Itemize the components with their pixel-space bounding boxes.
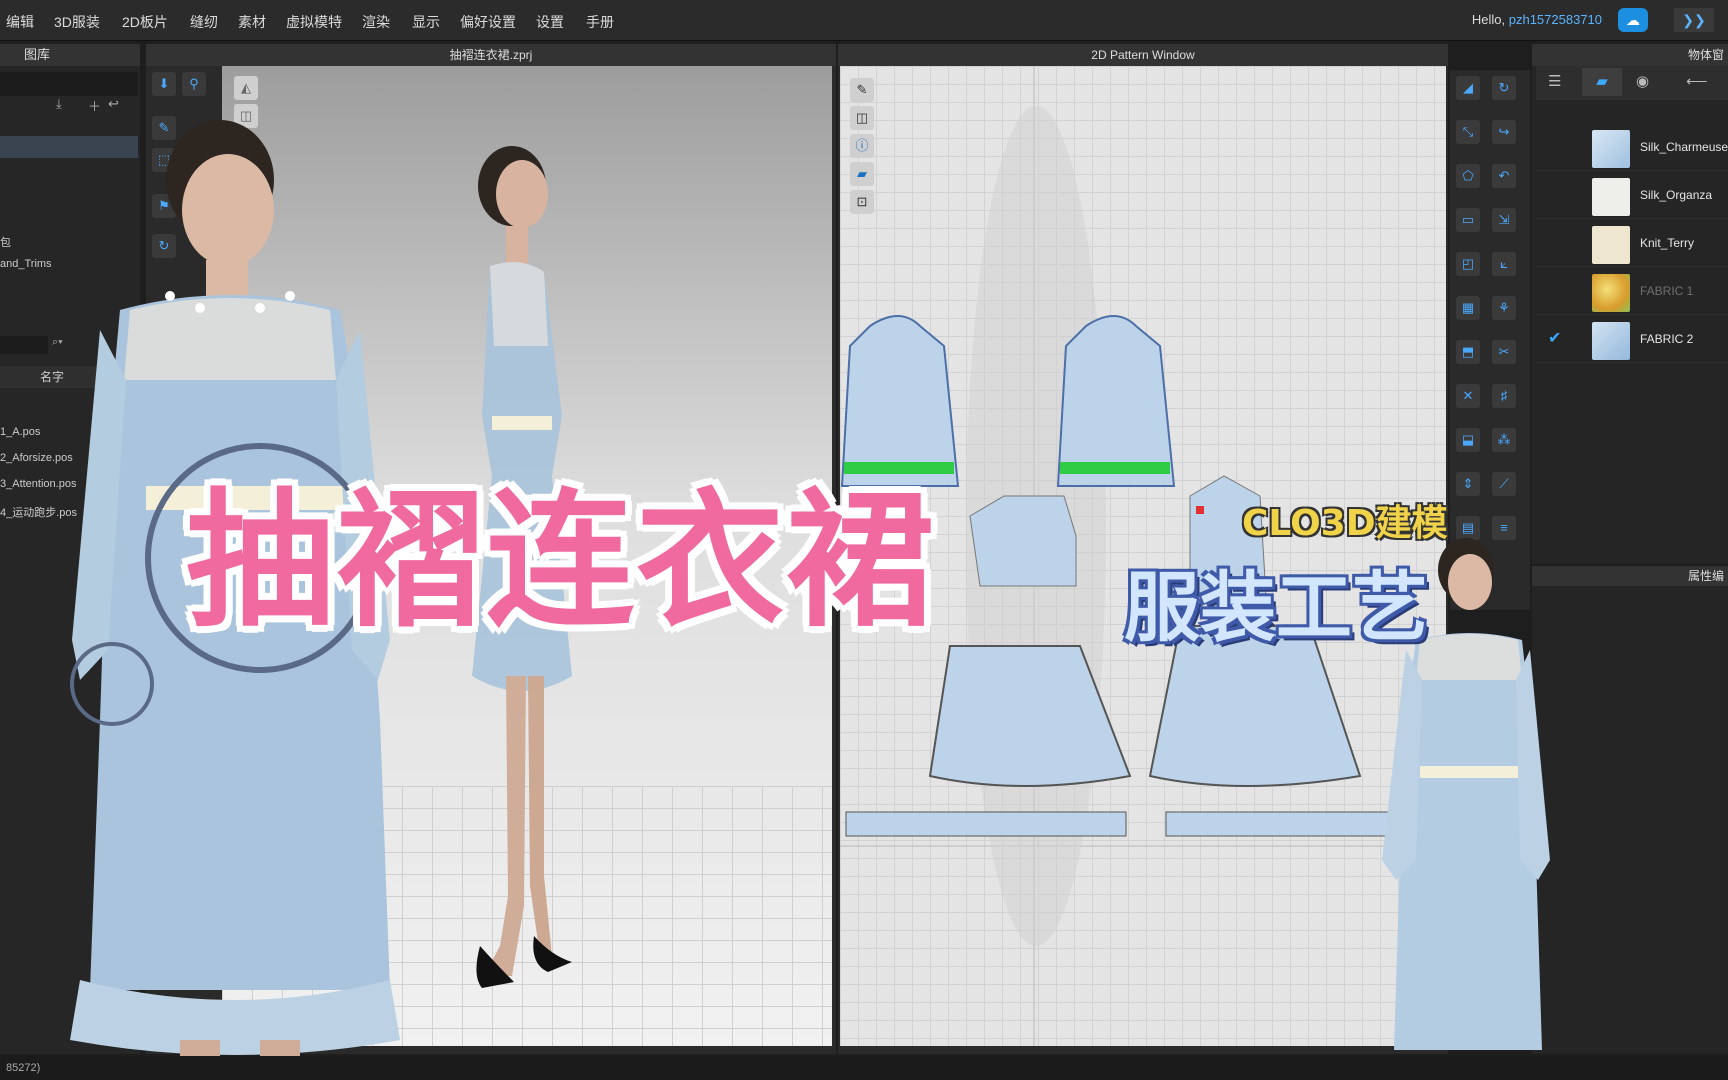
dart-icon[interactable]: ▦ xyxy=(1456,296,1480,320)
download-icon[interactable]: ⤓ xyxy=(56,96,62,112)
fabric-swatch xyxy=(1592,274,1630,312)
library-path-field[interactable] xyxy=(0,72,138,96)
cuff-callout-circle xyxy=(70,642,154,726)
menu-avatar[interactable]: 虚拟模特 xyxy=(286,12,342,32)
fabric-swatch xyxy=(1592,226,1630,264)
overlay-subtitle-clo3d: CLO3D建模 xyxy=(1242,503,1448,544)
hanger-icon[interactable]: ◭ xyxy=(234,76,258,100)
polygon-icon[interactable]: ⬠ xyxy=(1456,164,1480,188)
garment-icon[interactable]: ⚘ xyxy=(1492,296,1516,320)
fabric-row[interactable]: Knit_Terry xyxy=(1536,220,1728,267)
list-icon[interactable]: ☰ xyxy=(1548,72,1561,90)
fabric-swatch xyxy=(1592,130,1630,168)
menu-preferences[interactable]: 偏好设置 xyxy=(460,12,516,32)
menu-3d-garment[interactable]: 3D服装 xyxy=(54,12,100,32)
fabric-row[interactable]: ✔ FABRIC 2 xyxy=(1536,316,1728,363)
check-icon[interactable]: ✔ xyxy=(1548,328,1561,348)
name-column-label: 名字 xyxy=(40,370,65,384)
menu-render[interactable]: 渲染 xyxy=(362,12,390,32)
menu-sewing[interactable]: 缝纫 xyxy=(190,12,218,32)
cloud-icon[interactable]: ☁ xyxy=(1618,8,1648,32)
pose-file-row[interactable]: 1_A.pos xyxy=(0,426,40,438)
fabric-name: FABRIC 2 xyxy=(1640,332,1694,346)
menu-settings[interactable]: 设置 xyxy=(536,12,564,32)
back-arrow-icon[interactable]: ⟵ xyxy=(1686,72,1708,90)
cut-icon[interactable]: ✕ xyxy=(1456,384,1480,408)
object-browser-title: 物体窗 xyxy=(1532,44,1728,66)
pattern-piece xyxy=(969,495,1077,587)
fabric-row[interactable]: Silk_Charmeuse xyxy=(1536,124,1728,171)
line-icon[interactable]: ⬓ xyxy=(1456,428,1480,452)
user-name[interactable]: pzh1572583710 xyxy=(1509,12,1602,27)
pattern-piece xyxy=(1056,315,1176,487)
overlay-main-title: 抽褶连衣裙 xyxy=(186,475,936,647)
fabric-name: FABRIC 1 xyxy=(1640,284,1694,298)
object-browser: 物体窗 ☰ ▰ ◉ ⟵ Silk_Charmeuse Silk_Organza … xyxy=(1532,44,1728,564)
fabric-name: Knit_Terry xyxy=(1640,236,1695,250)
library-item[interactable]: 包 xyxy=(0,234,11,250)
fabric-name: Silk_Charmeuse xyxy=(1640,140,1728,154)
overlay-subtitle-craft: 服装工艺 xyxy=(1124,563,1428,652)
fabric-name: Silk_Organza xyxy=(1640,188,1713,202)
library-title: 图库 xyxy=(0,44,140,66)
library-search-input[interactable] xyxy=(0,336,48,354)
measure-icon[interactable]: ⟋ xyxy=(1492,472,1516,496)
segment-sew-icon[interactable]: ↻ xyxy=(1492,76,1516,100)
menu-2d-pattern[interactable]: 2D板片 xyxy=(122,12,168,32)
add-icon[interactable]: ＋ xyxy=(88,96,101,115)
back-icon[interactable]: ↩ xyxy=(108,96,119,112)
menu-edit[interactable]: 编辑 xyxy=(6,12,34,32)
greeting-text: Hello, xyxy=(1471,12,1509,27)
menu-bar: 编辑 3D服装 2D板片 缝纫 素材 虚拟模特 渲染 显示 偏好设置 设置 手册… xyxy=(0,0,1728,41)
pattern-window-title: 2D Pattern Window xyxy=(838,44,1448,66)
object-browser-tabs: ☰ ▰ ◉ ⟵ xyxy=(1536,66,1728,100)
fabric-swatch xyxy=(1592,178,1630,216)
menu-manual[interactable]: 手册 xyxy=(586,12,614,32)
topstitch-icon[interactable]: ⁂ xyxy=(1492,428,1516,452)
fold-icon[interactable]: ⟀ xyxy=(1492,252,1516,276)
chevron-down-icon[interactable]: ❯❯ xyxy=(1674,8,1714,32)
pattern-toolbar: ◢ ↻ ⤡ ↪ ⬠ ↶ ▭ ⇲ ◰ ⟀ ▦ ⚘ ⬒ ✂ ✕ ♯ ⬓ ⁂ ⇕ ⟋ … xyxy=(1450,70,1530,610)
waistband-piece xyxy=(845,811,1127,837)
status-bar: 85272) xyxy=(0,1056,1728,1080)
3d-viewport-title: 抽褶连衣裙.zprj xyxy=(146,44,836,66)
fabric-row[interactable]: Silk_Organza xyxy=(1536,172,1728,219)
button-tab-icon[interactable]: ◉ xyxy=(1636,72,1649,90)
fabric-swatch xyxy=(1592,322,1630,360)
tack-icon[interactable]: ↶ xyxy=(1492,164,1516,188)
edit-curve-icon[interactable]: ◢ xyxy=(1456,76,1480,100)
library-item[interactable]: and_Trims xyxy=(0,258,52,270)
fabric-row[interactable]: FABRIC 1 xyxy=(1536,268,1728,315)
notch-icon[interactable]: ⬒ xyxy=(1456,340,1480,364)
fabric-tab-icon[interactable]: ▰ xyxy=(1582,68,1622,96)
transform-icon[interactable]: ⤡ xyxy=(1456,120,1480,144)
arrow-down-icon[interactable]: ⬇ xyxy=(152,72,176,96)
menu-display[interactable]: 显示 xyxy=(412,12,440,32)
user-greeting: Hello, pzh1572583710 xyxy=(1472,12,1602,27)
button-icon[interactable]: ✂ xyxy=(1492,340,1516,364)
rectangle-icon[interactable]: ▭ xyxy=(1456,208,1480,232)
menu-materials[interactable]: 素材 xyxy=(238,12,266,32)
walk-icon[interactable]: ⚲ xyxy=(182,72,206,96)
pin-icon[interactable]: ⇲ xyxy=(1492,208,1516,232)
trim-icon[interactable]: ♯ xyxy=(1492,384,1516,408)
pattern-seam-band xyxy=(1060,462,1170,474)
internal-shape-icon[interactable]: ◰ xyxy=(1456,252,1480,276)
free-sew-icon[interactable]: ↪ xyxy=(1492,120,1516,144)
ruler-icon[interactable]: ⇕ xyxy=(1456,472,1480,496)
library-title-text: 图库 xyxy=(24,47,51,62)
